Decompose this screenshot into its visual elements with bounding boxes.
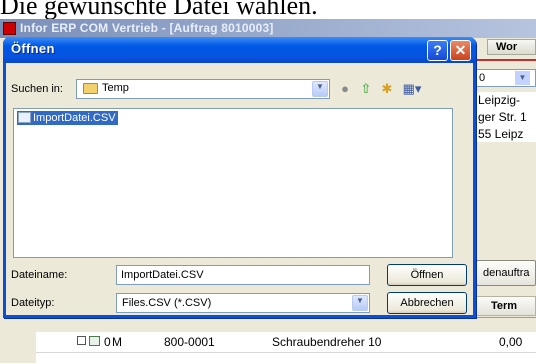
filetype-label: Dateityp: (11, 297, 55, 309)
cancel-button[interactable]: Abbrechen (387, 292, 467, 314)
cell-article: 800-0001 (164, 335, 215, 349)
look-in-combo[interactable]: Temp ▼ (76, 79, 330, 99)
dialog-body: Suchen in: Temp ▼ ● ⇧ ✱ ▦▾ ImportDatei.C… (6, 63, 473, 315)
list-item[interactable]: ImportDatei.CSV (17, 111, 118, 125)
file-name: ImportDatei.CSV (33, 112, 116, 124)
erp-window-title: Infor ERP COM Vertrieb - [Auftrag 801000… (20, 21, 274, 35)
look-in-value: Temp (102, 82, 129, 94)
filename-label: Dateiname: (11, 269, 68, 281)
filename-field[interactable]: ImportDatei.CSV (116, 265, 370, 285)
tab-wort[interactable]: Wor (487, 39, 536, 55)
cell-pos: 0 (104, 335, 111, 349)
filetype-combo[interactable]: Files.CSV (*.CSV) ▼ (116, 293, 370, 313)
erp-select[interactable]: 0 ▼ (476, 69, 536, 87)
new-folder-icon[interactable]: ✱ (379, 81, 395, 97)
tab-underline (476, 59, 536, 61)
address-line: ger Str. 1 (478, 110, 527, 124)
app-icon (3, 22, 16, 35)
address-box: Leipzig- ger Str. 1 55 Leipz (476, 92, 536, 142)
dialog-titlebar[interactable]: Öffnen ? ✕ (3, 37, 476, 63)
look-in-label: Suchen in: (11, 83, 63, 95)
open-button[interactable]: Öffnen (387, 264, 467, 286)
instruction-heading: Die gewünschte Datei wählen. (0, 0, 318, 20)
auftrag-button[interactable]: denauftra (476, 260, 536, 286)
chevron-down-icon[interactable]: ▼ (515, 71, 530, 85)
order-lines-grid: 1 0 M 800-0001 Schraubendreher 10 0,00 (36, 317, 536, 364)
filetype-value: Files.CSV (*.CSV) (122, 297, 212, 309)
address-line: 55 Leipz (478, 127, 524, 141)
cell-description: Schraubendreher 10 (272, 335, 382, 349)
file-list[interactable]: ImportDatei.CSV (13, 108, 453, 258)
close-button[interactable]: ✕ (450, 40, 471, 61)
view-menu-icon[interactable]: ▦▾ (400, 81, 424, 97)
tab-termin[interactable]: Term (476, 296, 536, 316)
erp-titlebar: Infor ERP COM Vertrieb - [Auftrag 801000… (0, 19, 536, 38)
help-button[interactable]: ? (427, 40, 448, 61)
address-line: Leipzig- (478, 93, 521, 107)
table-row[interactable]: 0 M 800-0001 Schraubendreher 10 0,00 (36, 332, 536, 353)
dialog-title: Öffnen (11, 41, 55, 56)
cell-m: M (112, 335, 122, 349)
open-file-dialog: Öffnen ? ✕ Suchen in: Temp ▼ ● ⇧ ✱ ▦▾ Im… (3, 37, 476, 318)
up-folder-icon[interactable]: ⇧ (358, 81, 374, 97)
row-expand-icon[interactable] (77, 336, 86, 345)
chevron-down-icon[interactable]: ▼ (352, 295, 368, 311)
cell-amount: 0,00 (499, 335, 523, 349)
grid-header (36, 318, 536, 333)
csv-file-icon (18, 112, 31, 123)
folder-icon (83, 83, 98, 94)
back-icon[interactable]: ● (337, 81, 353, 97)
chevron-down-icon[interactable]: ▼ (312, 81, 328, 97)
erp-select-value: 0 (479, 72, 486, 84)
row-note-icon (89, 336, 100, 346)
